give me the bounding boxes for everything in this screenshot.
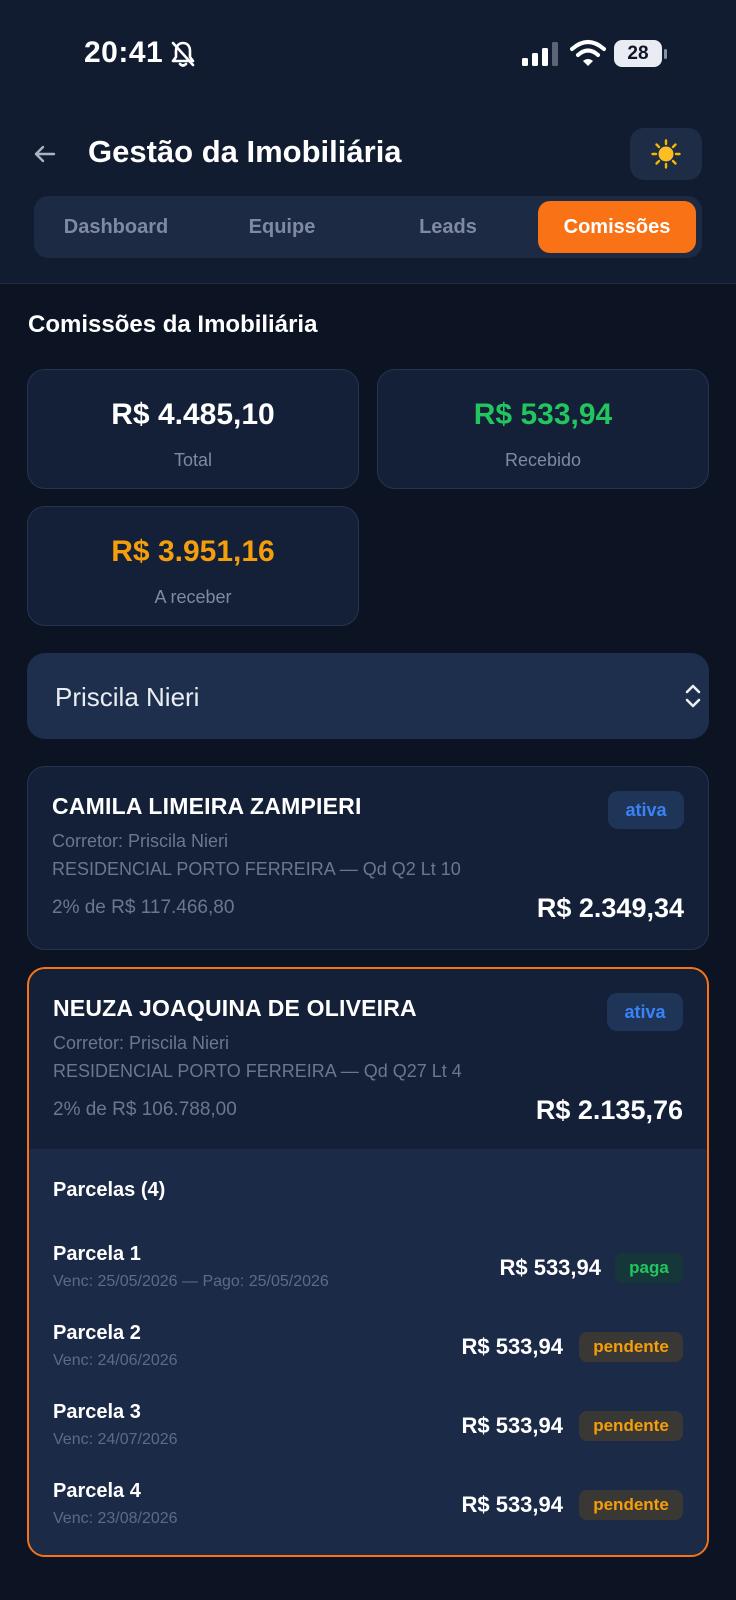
installment-amount: R$ 533,94 xyxy=(461,1334,563,1359)
status-badge: ativa xyxy=(607,993,683,1031)
installment-name: Parcela 3 xyxy=(53,1401,141,1423)
commission-rate: 2% de R$ 106.788,00 xyxy=(53,1099,237,1120)
wifi-icon xyxy=(570,40,606,66)
battery-level: 28 xyxy=(614,40,662,67)
stat-a-receber-label: A receber xyxy=(154,587,232,607)
theme-toggle-button[interactable] xyxy=(630,128,702,180)
installment-row: Parcela 4 Venc: 23/08/2026 R$ 533,94 pen… xyxy=(29,1480,707,1540)
sun-icon xyxy=(651,139,681,169)
bell-off-icon xyxy=(171,41,195,67)
installment-name: Parcela 4 xyxy=(53,1480,141,1502)
tab-comissoes[interactable]: Comissões xyxy=(538,201,696,253)
stat-card-total: R$ 4.485,10 Total xyxy=(27,369,359,489)
status-badge: ativa xyxy=(608,791,684,829)
broker-select-value: Priscila Nieri xyxy=(55,682,200,712)
installment-status-badge: paga xyxy=(615,1253,683,1283)
installments-title: Parcelas (4) xyxy=(53,1179,166,1201)
broker-select[interactable]: Priscila Nieri xyxy=(27,653,709,739)
client-name: CAMILA LIMEIRA ZAMPIERI xyxy=(52,793,362,819)
stat-a-receber-value: R$ 3.951,16 xyxy=(111,535,275,568)
property-info: RESIDENCIAL PORTO FERREIRA — Qd Q27 Lt 4 xyxy=(53,1061,462,1081)
tab-leads[interactable]: Leads xyxy=(372,201,524,253)
stat-card-a-receber: R$ 3.951,16 A receber xyxy=(27,506,359,626)
installment-dates: Venc: 25/05/2026 — Pago: 25/05/2026 xyxy=(53,1273,329,1290)
stat-recebido-label: Recebido xyxy=(504,450,582,470)
tab-dashboard[interactable]: Dashboard xyxy=(40,201,192,253)
stat-recebido-value: R$ 533,94 xyxy=(473,398,613,431)
installment-row: Parcela 2 Venc: 24/06/2026 R$ 533,94 pen… xyxy=(29,1322,707,1382)
tab-bar: Dashboard Equipe Leads Comissões xyxy=(34,196,702,258)
commission-rate: 2% de R$ 117.466,80 xyxy=(52,897,235,918)
status-time: 20:41 xyxy=(84,36,164,69)
installment-name: Parcela 2 xyxy=(53,1322,141,1344)
installment-amount: R$ 533,94 xyxy=(461,1492,563,1517)
back-arrow-icon[interactable] xyxy=(30,138,62,170)
installment-status-badge: pendente xyxy=(579,1490,683,1520)
installment-dates: Venc: 24/06/2026 xyxy=(53,1352,178,1369)
installment-amount: R$ 533,94 xyxy=(461,1413,563,1438)
installment-amount: R$ 533,94 xyxy=(499,1255,601,1280)
installment-status-badge: pendente xyxy=(579,1411,683,1441)
top-app-bar: 20:41 28 Gestão da Imobiliária Dashboard… xyxy=(0,0,736,284)
broker-name: Corretor: Priscila Nieri xyxy=(53,1033,230,1053)
stat-total-value: R$ 4.485,10 xyxy=(111,398,275,431)
page-title: Gestão da Imobiliária xyxy=(88,134,402,169)
commission-card-expanded[interactable]: NEUZA JOAQUINA DE OLIVEIRA ativa Correto… xyxy=(27,967,709,1557)
stat-total-label: Total xyxy=(173,450,213,470)
tab-equipe[interactable]: Equipe xyxy=(206,201,358,253)
commission-card[interactable]: CAMILA LIMEIRA ZAMPIERI ativa Corretor: … xyxy=(27,766,709,950)
installment-dates: Venc: 24/07/2026 xyxy=(53,1431,178,1448)
status-bar: 20:41 28 xyxy=(0,0,736,110)
installment-row: Parcela 1 Venc: 25/05/2026 — Pago: 25/05… xyxy=(29,1243,707,1303)
installment-row: Parcela 3 Venc: 24/07/2026 R$ 533,94 pen… xyxy=(29,1401,707,1461)
property-info: RESIDENCIAL PORTO FERREIRA — Qd Q2 Lt 10 xyxy=(52,859,461,879)
installment-dates: Venc: 23/08/2026 xyxy=(53,1510,178,1527)
installment-name: Parcela 1 xyxy=(53,1243,141,1265)
broker-name: Corretor: Priscila Nieri xyxy=(52,831,229,851)
client-name: NEUZA JOAQUINA DE OLIVEIRA xyxy=(53,995,417,1021)
installments-panel: Parcelas (4) Parcela 1 Venc: 25/05/2026 … xyxy=(29,1149,707,1555)
installment-status-badge: pendente xyxy=(579,1332,683,1362)
commission-amount: R$ 2.349,34 xyxy=(536,893,684,923)
battery-icon: 28 xyxy=(614,40,668,68)
commission-amount: R$ 2.135,76 xyxy=(535,1095,683,1125)
stat-card-recebido: R$ 533,94 Recebido xyxy=(377,369,709,489)
signal-icon xyxy=(522,42,558,66)
section-title: Comissões da Imobiliária xyxy=(28,311,318,338)
chevron-up-down-icon xyxy=(685,684,701,708)
